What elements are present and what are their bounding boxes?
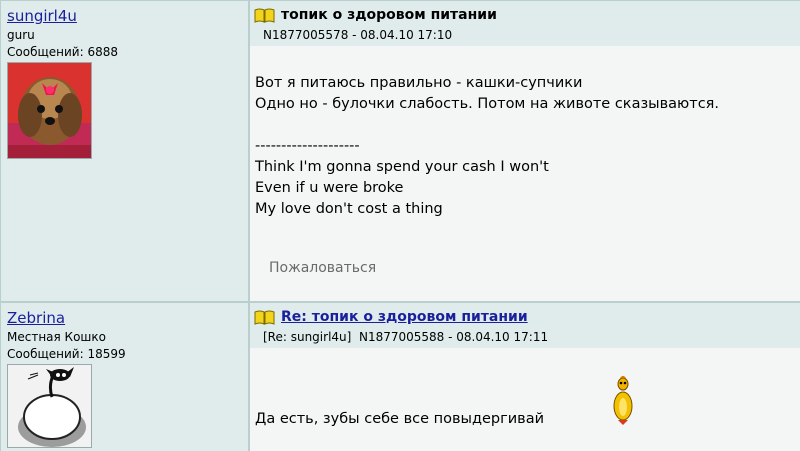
post-meta: N1877005578 - 08.04.10 17:10: [263, 28, 453, 42]
forum-post: Zebrina Местная Кошко Сообщений: 18599 R…: [0, 302, 800, 451]
author-name-link[interactable]: Zebrina: [7, 309, 65, 327]
forum-thread: sungirl4u guru Сообщений: 6888 топик о з…: [0, 0, 800, 451]
signature-line: Think I'm gonna spend your cash I won't: [255, 159, 549, 175]
message-line: Одно но - булочки слабость. Потом на жив…: [255, 96, 719, 112]
forum-post: sungirl4u guru Сообщений: 6888 топик о з…: [0, 0, 800, 301]
topic-title-link[interactable]: Re: топик о здоровом питании: [281, 309, 528, 325]
yorkie-dog-avatar-icon: [8, 63, 91, 158]
author-post-count: Сообщений: 6888: [7, 45, 118, 59]
author-panel: sungirl4u guru Сообщений: 6888: [1, 1, 248, 301]
author-name-link[interactable]: sungirl4u: [7, 7, 77, 25]
message-line: Вот я питаюсь правильно - кашки-супчики: [255, 75, 583, 91]
reply-to[interactable]: [Re: sungirl4u]: [263, 330, 351, 344]
report-link[interactable]: Пожаловаться: [269, 260, 376, 276]
message-body: топик о здоровом питании N1877005578 - 0…: [250, 1, 800, 301]
avatar[interactable]: [7, 62, 92, 159]
message-header: Re: топик о здоровом питании [Re: sungir…: [250, 303, 800, 348]
topic-title: топик о здоровом питании: [281, 7, 497, 23]
author-panel: Zebrina Местная Кошко Сообщений: 18599: [1, 303, 248, 451]
open-book-icon: [254, 8, 275, 23]
message-line: Да есть, зубы себе все повыдергивай: [255, 411, 545, 427]
author-rank: Местная Кошко: [7, 330, 106, 344]
message-body: Re: топик о здоровом питании [Re: sungir…: [250, 303, 800, 451]
black-cat-avatar-icon: [8, 365, 91, 447]
author-post-count: Сообщений: 18599: [7, 347, 126, 361]
signature-line: Even if u were broke: [255, 180, 404, 196]
message-separator: --------------------: [255, 138, 360, 154]
post-meta: [Re: sungirl4u] N1877005588 - 08.04.10 1…: [263, 330, 548, 344]
avatar[interactable]: [7, 364, 92, 448]
open-book-icon: [254, 310, 275, 325]
signature-line: My love don't cost a thing: [255, 201, 443, 217]
author-rank: guru: [7, 28, 35, 42]
chick-smiley-icon: [613, 376, 633, 425]
post-id-date: N1877005588 - 08.04.10 17:11: [358, 330, 549, 344]
message-header: топик о здоровом питании N1877005578 - 0…: [250, 1, 800, 46]
